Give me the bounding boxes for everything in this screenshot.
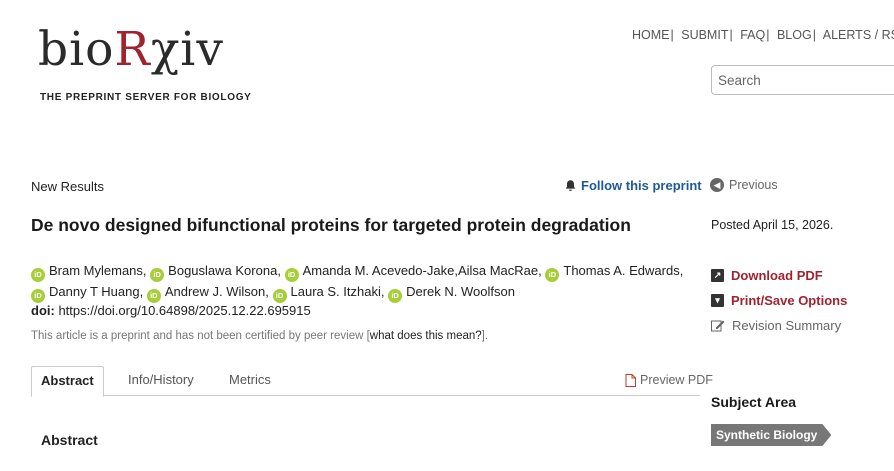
download-pdf-label: Download PDF xyxy=(731,268,823,283)
pdf-file-icon xyxy=(625,373,636,387)
doi-link[interactable]: https://doi.org/10.64898/2025.12.22.6959… xyxy=(58,303,310,318)
tab-abstract[interactable]: Abstract xyxy=(31,366,104,397)
nav-faq[interactable]: FAQ xyxy=(740,28,765,42)
orcid-icon[interactable]: iD xyxy=(150,268,165,282)
author-list: iD Bram Mylemans, iD Boguslawa Korona, iD A… xyxy=(31,261,691,303)
revision-summary-link[interactable]: Revision Summary xyxy=(711,318,841,333)
download-pdf-link[interactable]: ↗ Download PDF xyxy=(711,268,823,283)
previous-link[interactable]: ◀ Previous xyxy=(710,178,778,192)
edit-icon xyxy=(711,320,725,332)
nav-alerts-rss[interactable]: ALERTS / RSS xyxy=(823,28,894,42)
orcid-icon[interactable]: iD xyxy=(272,289,287,303)
orcid-icon[interactable]: iD xyxy=(284,268,299,282)
subject-tag-synthetic-biology[interactable]: Synthetic Biology xyxy=(711,424,831,446)
orcid-icon[interactable]: iD xyxy=(146,289,161,303)
revision-summary-label: Revision Summary xyxy=(732,318,842,333)
preview-pdf-link[interactable]: Preview PDF xyxy=(625,373,713,387)
external-link-icon: ↗ xyxy=(711,269,724,282)
orcid-icon[interactable]: iD xyxy=(388,289,403,303)
author-item[interactable]: iD Laura S. Itzhaki, xyxy=(272,284,384,303)
doi-label: doi: xyxy=(31,303,55,318)
subject-area-heading: Subject Area xyxy=(711,394,797,410)
author-item[interactable]: iD Bram Mylemans, xyxy=(31,263,147,282)
author-item[interactable]: Ailsa MacRae, xyxy=(458,263,542,278)
doi-line: doi: https://doi.org/10.64898/2025.12.22… xyxy=(31,303,311,318)
author-item[interactable]: iD Andrew J. Wilson, xyxy=(146,284,269,303)
author-item[interactable]: iD Derek N. Woolfson xyxy=(388,284,515,303)
biorxiv-logo[interactable]: bioRχiv THE PREPRINT SERVER FOR BIOLOGY xyxy=(38,22,251,103)
follow-preprint-link[interactable]: Follow this preprint xyxy=(564,178,702,193)
print-save-options-link[interactable]: ▾ Print/Save Options xyxy=(711,293,847,308)
dropdown-box-icon: ▾ xyxy=(711,294,724,307)
preprint-notice: This article is a preprint and has not b… xyxy=(31,330,489,342)
article-title: De novo designed bifunctional proteins f… xyxy=(31,215,631,235)
bell-icon xyxy=(565,180,576,191)
follow-preprint-label: Follow this preprint xyxy=(581,178,702,193)
article-section-label: New Results xyxy=(31,179,104,194)
previous-label: Previous xyxy=(729,178,778,192)
search-input[interactable] xyxy=(711,65,894,95)
tab-metrics[interactable]: Metrics xyxy=(220,366,280,396)
nav-blog[interactable]: BLOG xyxy=(777,28,812,42)
author-item[interactable]: iD Thomas A. Edwards, xyxy=(545,263,683,282)
orcid-icon[interactable]: iD xyxy=(31,268,45,282)
orcid-icon[interactable]: iD xyxy=(31,289,45,303)
orcid-icon[interactable]: iD xyxy=(545,268,560,282)
logo-wordmark: bioRχiv xyxy=(38,22,224,77)
tab-info-history[interactable]: Info/History xyxy=(119,366,203,396)
top-navigation: HOME| SUBMIT| FAQ| BLOG| ALERTS / RSS| xyxy=(632,28,894,42)
nav-submit[interactable]: SUBMIT xyxy=(681,28,728,42)
print-save-label: Print/Save Options xyxy=(731,293,848,308)
author-item[interactable]: iD Boguslawa Korona, xyxy=(150,263,281,282)
what-does-this-mean-link[interactable]: what does this mean? xyxy=(370,330,482,342)
author-item[interactable]: iD Danny T Huang, xyxy=(31,284,143,303)
abstract-heading: Abstract xyxy=(41,432,98,448)
posted-date: Posted April 15, 2026. xyxy=(711,218,834,232)
preview-pdf-label: Preview PDF xyxy=(640,373,713,387)
author-item[interactable]: iD Amanda M. Acevedo-Jake, xyxy=(284,263,458,282)
previous-arrow-icon: ◀ xyxy=(710,178,724,192)
article-tabs: Abstract Info/History Metrics Preview PD… xyxy=(31,366,713,397)
nav-home[interactable]: HOME xyxy=(632,28,670,42)
logo-tagline: THE PREPRINT SERVER FOR BIOLOGY xyxy=(40,92,252,103)
